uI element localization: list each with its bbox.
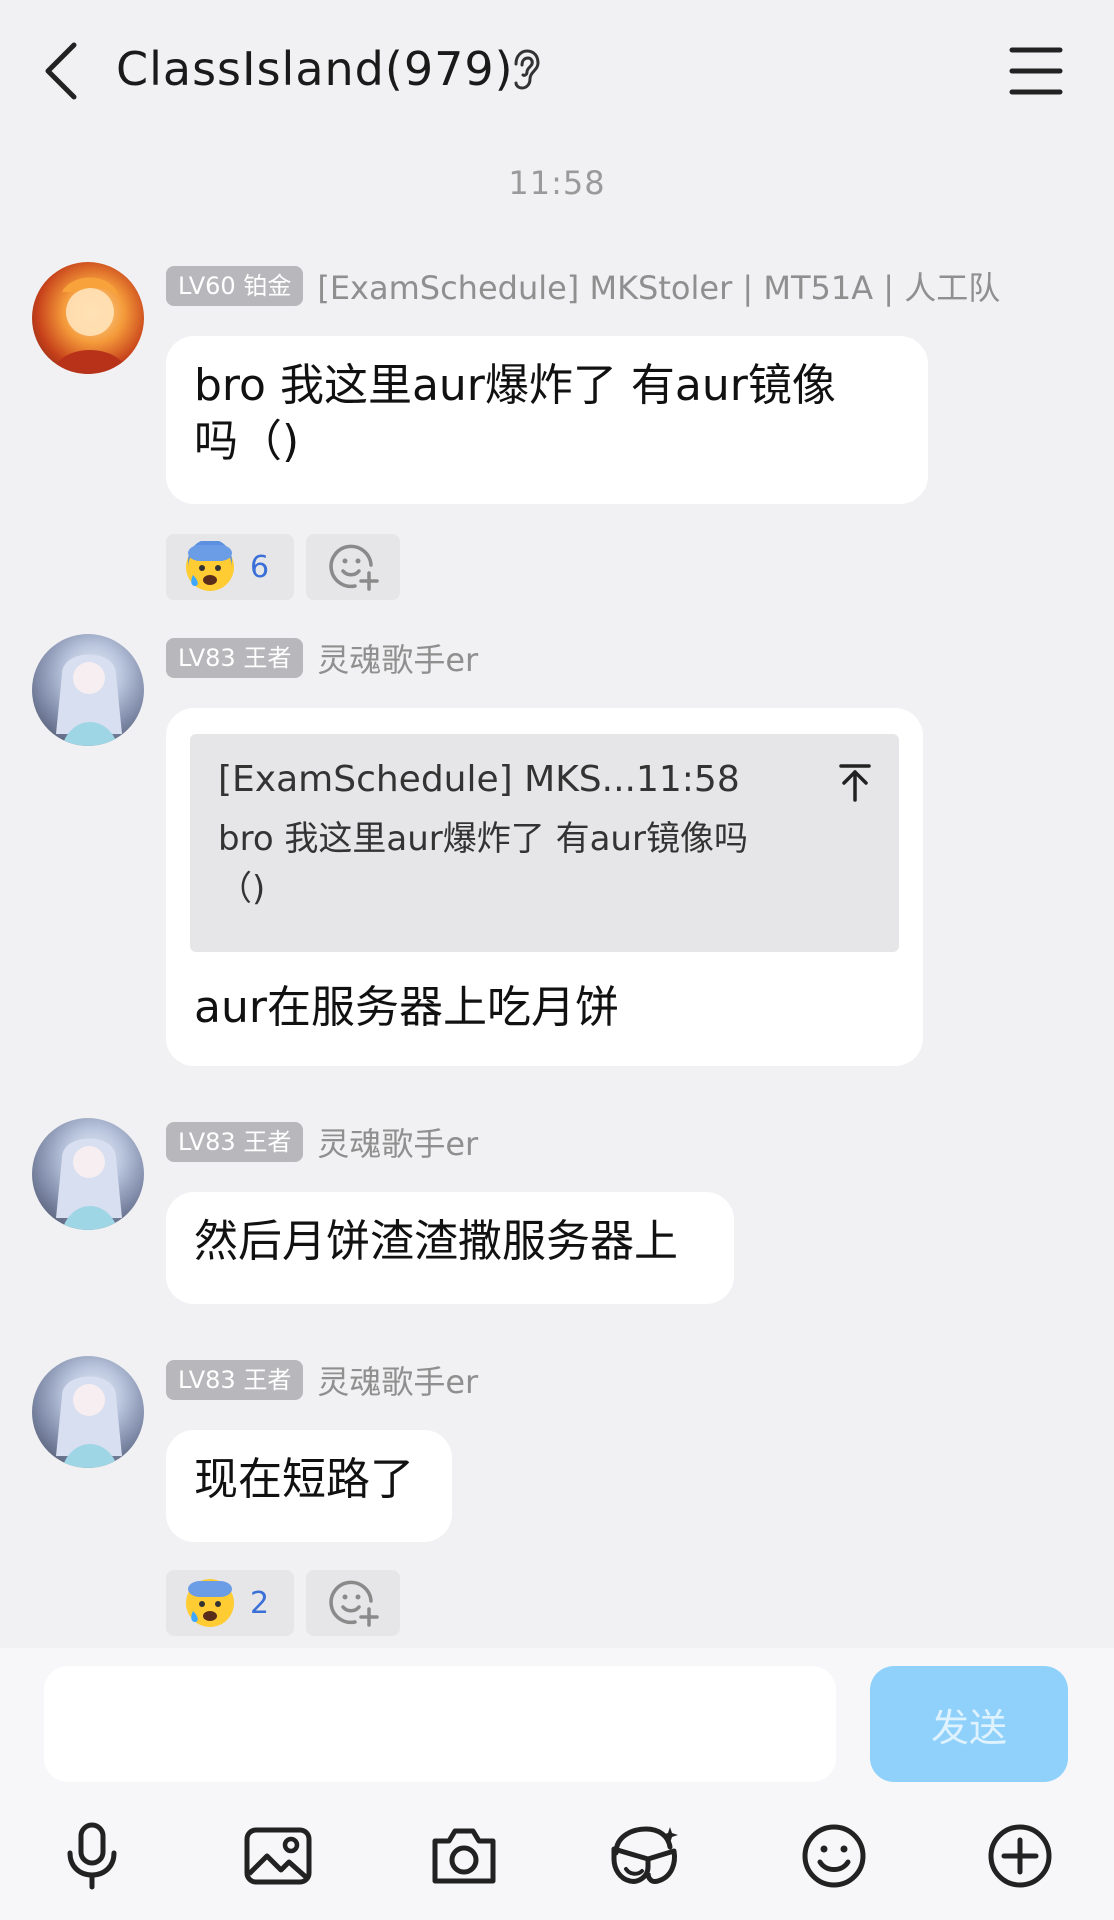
composer-area: 发送 <box>0 1648 1114 1920</box>
avatar[interactable] <box>32 1356 144 1468</box>
mic-icon <box>67 1822 117 1890</box>
jump-to-original-icon[interactable] <box>837 762 873 802</box>
message-input[interactable] <box>44 1666 836 1782</box>
anxious-sweat-emoji-icon <box>186 1579 234 1627</box>
add-emoji-icon <box>329 1580 379 1627</box>
avatar[interactable] <box>32 634 144 746</box>
chevron-left-icon <box>45 42 77 100</box>
message-text: 然后月饼渣渣撒服务器上 <box>194 1216 678 1267</box>
emoji-icon <box>802 1824 866 1888</box>
avatar[interactable] <box>32 262 144 374</box>
level-badge: LV83 王者 <box>166 1360 304 1400</box>
reaction-chip[interactable]: 2 <box>166 1570 294 1636</box>
message-bubble[interactable]: 现在短路了 <box>166 1430 452 1542</box>
emoji-button[interactable] <box>794 1816 874 1896</box>
anxious-sweat-emoji-icon <box>186 541 234 591</box>
message-meta: LV60 铂金 [ExamSchedule] MKStoler | MT51A … <box>166 264 1000 308</box>
message-text: aur在服务器上吃月饼 <box>194 982 619 1033</box>
avatar-image <box>56 1376 122 1468</box>
avatar[interactable] <box>32 1118 144 1230</box>
chat-header: ClassIsland(979) <box>0 0 1114 142</box>
message-meta: LV83 王者 灵魂歌手er <box>166 1358 478 1402</box>
level-badge: LV83 王者 <box>166 638 304 678</box>
back-button[interactable] <box>34 36 90 106</box>
image-icon <box>244 1827 312 1885</box>
message-meta: LV83 王者 灵魂歌手er <box>166 636 478 680</box>
send-button[interactable]: 发送 <box>870 1666 1068 1782</box>
reaction-chip[interactable]: 6 <box>166 534 294 600</box>
quote-text-line: （) <box>218 869 266 909</box>
hamburger-menu-icon <box>1009 47 1063 95</box>
avatar-image <box>56 1138 122 1230</box>
add-emoji-icon <box>329 544 379 591</box>
camera-icon <box>432 1828 496 1884</box>
quoted-message[interactable]: [ExamSchedule] MKS...11:58 bro 我这里aur爆炸了… <box>190 734 899 952</box>
voice-button[interactable] <box>52 1816 132 1896</box>
message-bubble[interactable]: [ExamSchedule] MKS...11:58 bro 我这里aur爆炸了… <box>166 708 923 1066</box>
quote-header: [ExamSchedule] MKS...11:58 <box>218 759 740 800</box>
sender-name[interactable]: [ExamSchedule] MKStoler | MT51A | 人工队 <box>317 263 1000 309</box>
add-reaction-button[interactable] <box>306 534 400 600</box>
add-reaction-button[interactable] <box>306 1570 400 1636</box>
menu-button[interactable] <box>1004 42 1068 100</box>
message-timestamp: 11:58 <box>508 164 606 202</box>
sender-name[interactable]: 灵魂歌手er <box>317 1119 478 1165</box>
level-badge: LV60 铂金 <box>166 266 304 306</box>
level-badge: LV83 王者 <box>166 1122 304 1162</box>
camera-button[interactable] <box>424 1816 504 1896</box>
message-bubble[interactable]: bro 我这里aur爆炸了 有aur镜像 吗（) <box>166 336 928 504</box>
quote-text: bro 我这里aur爆炸了 有aur镜像吗 （) <box>218 814 871 914</box>
image-button[interactable] <box>238 1816 318 1896</box>
sticker-button[interactable] <box>605 1816 685 1896</box>
message-text: 现在短路了 <box>194 1454 414 1505</box>
quote-text-line: bro 我这里aur爆炸了 有aur镜像吗 <box>218 819 748 859</box>
reaction-count: 2 <box>250 1585 270 1621</box>
ear-icon <box>514 49 540 90</box>
reaction-count: 6 <box>250 549 270 585</box>
avatar-image <box>56 654 122 746</box>
sender-name[interactable]: 灵魂歌手er <box>317 1357 478 1403</box>
message-text-line: bro 我这里aur爆炸了 有aur镜像 <box>194 360 836 411</box>
sticker-icon <box>611 1826 678 1884</box>
avatar-image <box>52 277 128 374</box>
message-text-line: 吗（) <box>194 416 300 467</box>
message-meta: LV83 王者 灵魂歌手er <box>166 1120 478 1164</box>
chat-title: ClassIsland(979) <box>116 42 514 96</box>
more-button[interactable] <box>980 1816 1060 1896</box>
message-bubble[interactable]: 然后月饼渣渣撒服务器上 <box>166 1192 734 1304</box>
plus-icon <box>988 1824 1052 1888</box>
sender-name[interactable]: 灵魂歌手er <box>317 635 478 681</box>
